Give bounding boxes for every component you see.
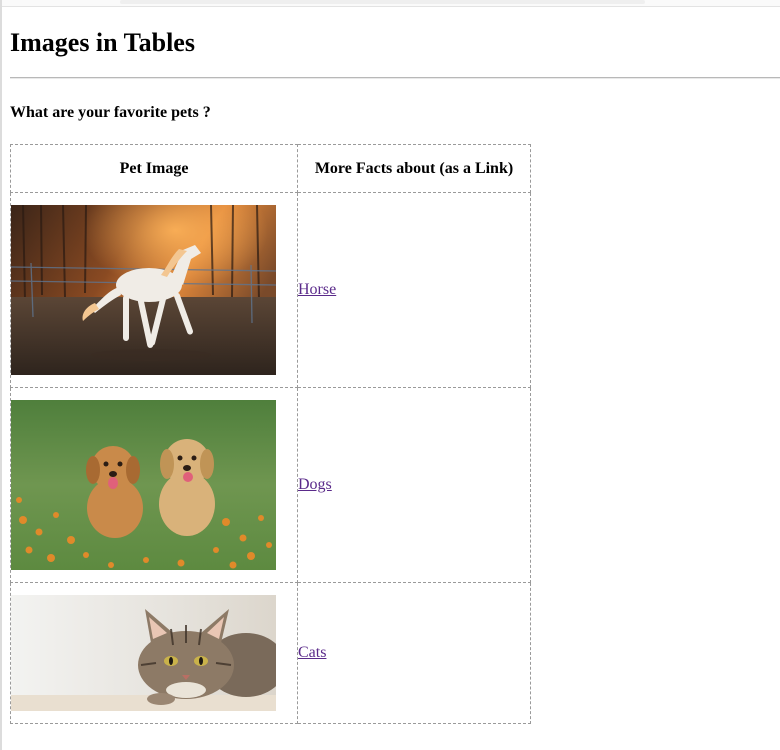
image-cell	[10, 387, 298, 583]
browser-top-scrollbar[interactable]	[0, 0, 780, 7]
horizontal-rule	[10, 77, 780, 79]
image-cell	[10, 582, 298, 724]
window-left-edge	[0, 0, 2, 750]
table-row: Dogs	[10, 387, 531, 583]
link-cats[interactable]: Cats	[298, 644, 326, 661]
header-pet-image: Pet Image	[10, 144, 298, 193]
header-more-facts: More Facts about (as a Link)	[297, 144, 531, 193]
cat-photo	[11, 595, 276, 711]
page-title: Images in Tables	[10, 28, 195, 57]
link-cell: Cats	[297, 582, 531, 724]
dogs-photo	[11, 400, 276, 570]
question-heading: What are your favorite pets ?	[10, 104, 211, 121]
page: Images in Tables What are your favorite …	[0, 0, 780, 750]
link-cell: Dogs	[297, 387, 531, 583]
horse-photo	[11, 205, 276, 375]
pets-table: Pet Image More Facts about (as a Link) H…	[10, 144, 531, 724]
scrollbar-thumb[interactable]	[120, 0, 645, 4]
link-dogs[interactable]: Dogs	[298, 476, 332, 493]
link-horse[interactable]: Horse	[298, 281, 336, 298]
image-cell	[10, 192, 298, 388]
link-cell: Horse	[297, 192, 531, 388]
table-row: Cats	[10, 582, 531, 724]
table-row: Horse	[10, 192, 531, 388]
table-header-row: Pet Image More Facts about (as a Link)	[10, 144, 531, 193]
